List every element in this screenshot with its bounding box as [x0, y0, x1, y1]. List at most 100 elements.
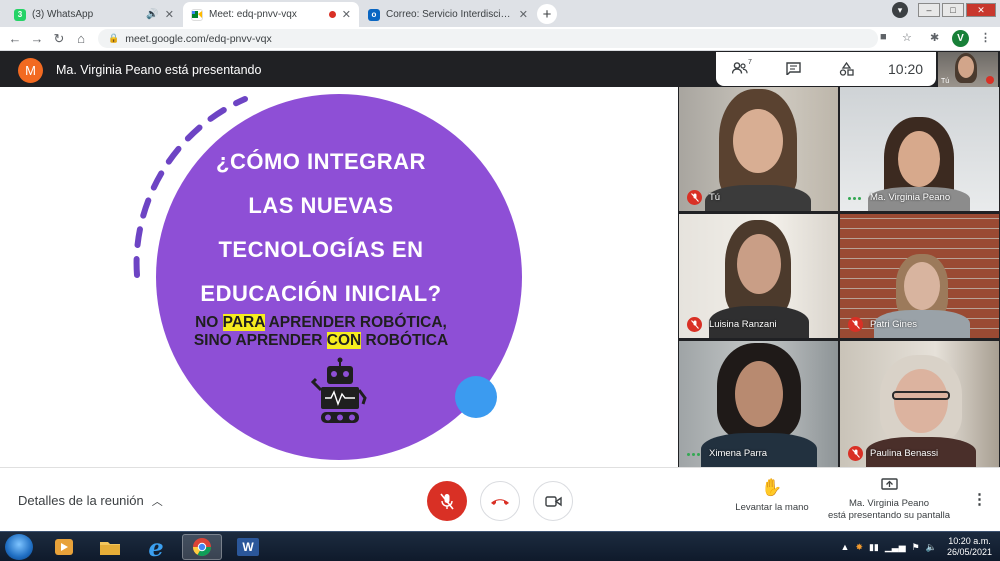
participant-face	[737, 234, 781, 294]
windows-taskbar: e W ▲ ✸ ▮▮ ▁▃▅ ⚑ 🔈 10:20 a.m. 26/05/2021	[0, 531, 1000, 561]
screen: 3 (3) WhatsApp 🔊 ✕ Meet: edq-pnvv-vqx ✕ …	[0, 0, 1000, 561]
people-icon[interactable]	[731, 62, 748, 77]
meeting-details-button[interactable]: Detalles de la reunión ︿	[18, 493, 163, 509]
participant-tile[interactable]: Luisina Ranzani	[679, 214, 838, 338]
slide-graphic	[133, 94, 522, 460]
toggle-camera-button[interactable]	[533, 481, 573, 521]
system-tray: ▲ ✸ ▮▮ ▁▃▅ ⚑ 🔈 10:20 a.m. 26/05/2021	[841, 532, 992, 561]
speaking-indicator-icon	[687, 451, 702, 457]
meeting-details-label: Detalles de la reunión	[18, 493, 144, 508]
tab-meet[interactable]: Meet: edq-pnvv-vqx ✕	[183, 2, 359, 27]
close-tab-icon[interactable]: ✕	[519, 8, 528, 21]
profile-avatar[interactable]: V	[952, 30, 969, 47]
meeting-clock: 10:20	[888, 61, 924, 77]
end-call-icon	[491, 498, 509, 505]
chrome-taskbar-icon[interactable]	[182, 534, 222, 560]
participant-tile[interactable]: Ximena Parra	[679, 341, 838, 467]
participant-tile[interactable]: Tú	[679, 87, 838, 211]
participant-name: Ximena Parra	[709, 448, 768, 459]
home-icon[interactable]: ⌂	[70, 31, 92, 46]
minimize-button[interactable]: –	[918, 3, 940, 17]
muted-mic-icon	[986, 76, 994, 84]
address-bar[interactable]: 🔒 meet.google.com/edq-pnvv-vqx	[98, 29, 878, 48]
slide-subtitle-line-1: NO PARA APRENDER ROBÓTICA,	[160, 314, 482, 332]
muted-mic-icon	[440, 493, 454, 509]
participant-body	[705, 185, 811, 211]
recording-icon	[328, 11, 336, 18]
media-player-icon[interactable]	[44, 534, 84, 560]
slide-question-line-4: EDUCACIÓN INICIAL?	[200, 281, 442, 306]
blue-dot	[455, 376, 497, 418]
close-window-button[interactable]: ✕	[966, 3, 996, 17]
tab-title: (3) WhatsApp	[32, 9, 94, 20]
maximize-button[interactable]: □	[942, 3, 964, 17]
network-icon[interactable]: ▮▮	[869, 542, 879, 553]
highlight-para: PARA	[222, 314, 265, 331]
presenter-banner: Ma. Virginia Peano está presentando	[56, 63, 262, 77]
file-explorer-icon[interactable]	[90, 534, 130, 560]
start-button[interactable]	[5, 534, 33, 560]
participant-face	[894, 369, 948, 433]
participant-tile[interactable]: Patri Gines	[840, 214, 999, 338]
participant-name: Patri Gines	[870, 319, 917, 330]
participant-face	[904, 262, 940, 310]
muted-mic-icon	[848, 317, 863, 332]
tab-whatsapp[interactable]: 3 (3) WhatsApp 🔊 ✕	[6, 2, 182, 27]
participant-name: Ma. Virginia Peano	[870, 192, 951, 203]
participant-name: Luisina Ranzani	[709, 319, 777, 330]
more-options-icon[interactable]: ⋮	[972, 490, 987, 508]
volume-icon[interactable]: 🔈	[926, 542, 937, 553]
camera-indicator-icon[interactable]: ■	[880, 31, 887, 43]
chat-icon[interactable]	[786, 62, 801, 78]
presenting-line-1: Ma. Virginia Peano	[848, 498, 930, 509]
self-view-thumbnail[interactable]: Tú	[938, 52, 998, 87]
word-icon[interactable]: W	[228, 534, 268, 560]
subtitle-text: NO	[195, 314, 223, 331]
flag-icon[interactable]: ⚑	[912, 542, 920, 553]
presentation-slide: ¿CÓMO INTEGRAR LAS NUEVAS TECNOLOGÍAS EN…	[0, 87, 678, 467]
browser-toolbar: ← → ↻ ⌂ 🔒 meet.google.com/edq-pnvv-vqx ■…	[0, 27, 1000, 51]
tab-correo[interactable]: o Correo: Servicio Interdisciplinario ✕	[360, 2, 536, 27]
hand-icon: ✋	[761, 478, 783, 497]
speaking-indicator-icon	[848, 195, 863, 201]
bookmark-star-icon[interactable]: ☆	[902, 31, 912, 44]
new-tab-button[interactable]: +	[537, 4, 557, 24]
raise-hand-label: Levantar la mano	[735, 502, 809, 513]
presenting-button[interactable]: Ma. Virginia Peano está presentando su p…	[822, 478, 956, 522]
slide-subtitle-line-2: SINO APRENDER CON ROBÓTICA	[160, 332, 482, 350]
close-tab-icon[interactable]: ✕	[342, 8, 351, 21]
participant-tile[interactable]: Paulina Benassi	[840, 341, 999, 467]
participant-face	[735, 361, 783, 427]
close-tab-icon[interactable]: ✕	[165, 8, 174, 21]
muted-mic-icon	[687, 190, 702, 205]
word-label: W	[237, 538, 259, 556]
participant-tile[interactable]: Ma. Virginia Peano	[840, 87, 999, 211]
signal-icon[interactable]: ▁▃▅	[885, 542, 906, 553]
tab-search-icon[interactable]: ▾	[892, 2, 908, 18]
muted-mic-icon	[848, 446, 863, 461]
chrome-menu-icon[interactable]: ⋮	[980, 31, 991, 44]
participant-name: Tú	[709, 192, 721, 203]
taskbar-date: 26/05/2021	[946, 547, 992, 557]
meet-icon	[191, 8, 203, 21]
app-tray-icon[interactable]: ✸	[855, 542, 863, 553]
leave-call-button[interactable]	[480, 481, 520, 521]
internet-explorer-icon[interactable]: e	[136, 533, 176, 561]
taskbar-clock[interactable]: 10:20 a.m. 26/05/2021	[947, 536, 992, 558]
activities-icon[interactable]	[839, 61, 854, 79]
self-face	[958, 56, 974, 78]
forward-icon[interactable]: →	[26, 31, 48, 46]
reload-icon[interactable]: ↻	[48, 31, 70, 47]
window-controls: ▾ – □ ✕	[892, 2, 996, 18]
participant-count-badge: 7	[748, 59, 752, 66]
extensions-icon[interactable]: ✱	[930, 31, 939, 44]
presenter-avatar: M	[18, 58, 43, 83]
raise-hand-button[interactable]: ✋ Levantar la mano	[726, 478, 818, 514]
participant-name: Paulina Benassi	[870, 448, 939, 459]
back-icon[interactable]: ←	[4, 31, 26, 46]
toggle-microphone-button[interactable]	[427, 481, 467, 521]
meet-control-bar: Detalles de la reunión ︿ ✋ Levantar la ma…	[0, 467, 1000, 531]
presenting-line-2: está presentando su pantalla	[827, 510, 950, 521]
show-hidden-icons-icon[interactable]: ▲	[841, 542, 850, 552]
self-label: Tú	[941, 78, 950, 85]
